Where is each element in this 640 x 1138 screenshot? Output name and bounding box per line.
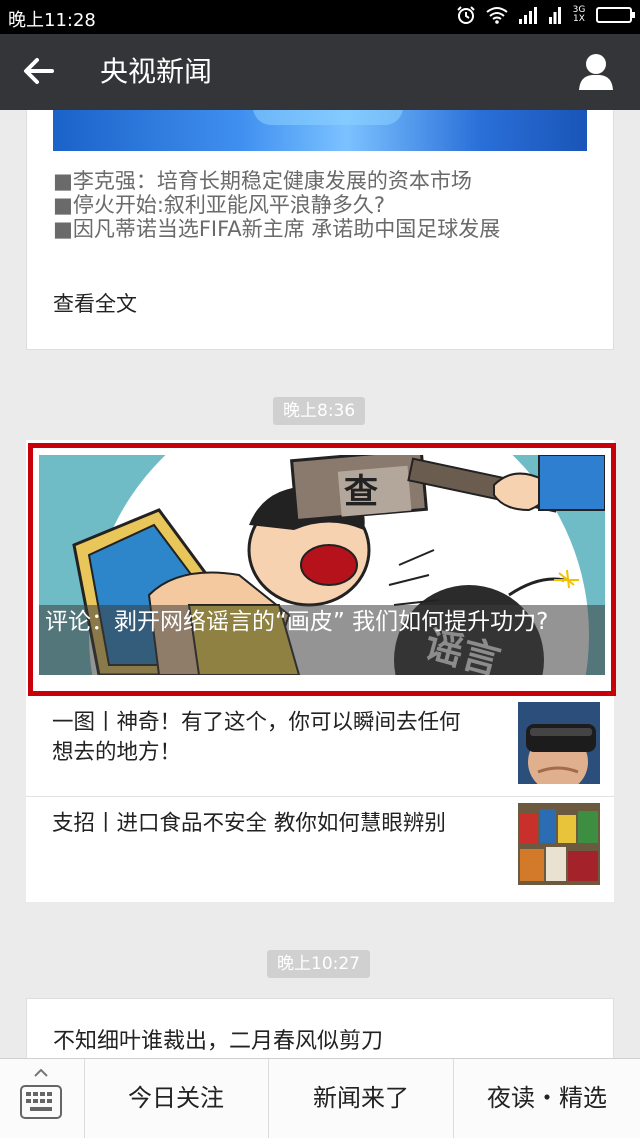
status-time: 晚上11:28 bbox=[8, 10, 96, 31]
related-link[interactable]: ■李克强：培育长期稳定健康发展的资本市场 bbox=[53, 169, 593, 193]
keyboard-toggle-button[interactable] bbox=[0, 1059, 85, 1138]
hero-article-image: 查 谣言 评论：剥开网络谣言的“画皮” 我们如何提升功力? bbox=[39, 455, 605, 675]
related-links: ■李克强：培育长期稳定健康发展的资本市场 ■停火开始:叙利亚能风平浪静多久? ■… bbox=[53, 169, 593, 241]
article-banner-image bbox=[53, 110, 587, 151]
signal-icon bbox=[519, 7, 537, 24]
menu-news-arrived[interactable]: 新闻来了 bbox=[269, 1059, 454, 1138]
back-arrow-icon[interactable] bbox=[22, 54, 56, 88]
article-card[interactable]: ■李克强：培育长期稳定健康发展的资本市场 ■停火开始:叙利亚能风平浪静多久? ■… bbox=[26, 110, 614, 350]
chevron-up-icon bbox=[34, 1069, 48, 1077]
menu-night-reading[interactable]: 夜读・精选 bbox=[454, 1059, 640, 1138]
timestamp-badge: 晚上8:36 bbox=[273, 397, 366, 425]
page-title: 央视新闻 bbox=[100, 55, 213, 88]
article-title: 一图丨神奇！有了这个，你可以瞬间去任何想去的地方！ bbox=[52, 710, 461, 765]
alarm-icon bbox=[457, 6, 475, 24]
network-type-label: 3G 1X bbox=[572, 5, 586, 24]
wifi-icon bbox=[486, 7, 508, 24]
article-title: 支招丨进口食品不安全 教你如何慧眼辨别 bbox=[52, 811, 446, 836]
article-list-item[interactable]: 一图丨神奇！有了这个，你可以瞬间去任何想去的地方！ bbox=[26, 696, 614, 802]
hammer-stamp-text: 查 bbox=[344, 472, 378, 512]
highlighted-hero-article[interactable]: 查 谣言 评论：剥开网络谣言的“画皮” 我们如何提升功力? bbox=[28, 443, 616, 696]
nav-bar: 央视新闻 bbox=[0, 34, 640, 110]
status-bar: 晚上11:28 3G 1X bbox=[0, 0, 640, 34]
imported-food-thumbnail bbox=[518, 803, 600, 885]
related-link[interactable]: ■停火开始:叙利亚能风平浪静多久? bbox=[53, 193, 593, 217]
keyboard-icon bbox=[20, 1085, 62, 1119]
battery-icon bbox=[596, 7, 635, 23]
vr-headset-thumbnail bbox=[518, 702, 600, 784]
menu-today-focus[interactable]: 今日关注 bbox=[84, 1059, 269, 1138]
article-card[interactable]: 不知细叶谁裁出，二月春风似剪刀 bbox=[26, 998, 614, 1058]
multi-article-card: 查 谣言 评论：剥开网络谣言的“画皮” 我们如何提升功力? 一图丨神奇！有了这个… bbox=[26, 440, 616, 902]
article-title: 不知细叶谁裁出，二月春风似剪刀 bbox=[53, 1029, 384, 1054]
related-link[interactable]: ■因凡蒂诺当选FIFA新主席 承诺助中国足球发展 bbox=[53, 217, 593, 241]
bottom-menu-bar: 今日关注 新闻来了 夜读・精选 bbox=[0, 1058, 640, 1138]
timestamp-badge: 晚上10:27 bbox=[267, 950, 370, 978]
status-icons: 3G 1X bbox=[456, 5, 635, 25]
person-icon[interactable] bbox=[578, 52, 614, 92]
signal-icon-2 bbox=[549, 7, 561, 24]
message-feed[interactable]: ■李克强：培育长期稳定健康发展的资本市场 ■停火开始:叙利亚能风平浪静多久? ■… bbox=[0, 110, 640, 1058]
view-full-article-link[interactable]: 查看全文 bbox=[53, 288, 137, 318]
hero-article-title: 评论：剥开网络谣言的“画皮” 我们如何提升功力? bbox=[39, 605, 605, 675]
article-list-item[interactable]: 支招丨进口食品不安全 教你如何慧眼辨别 bbox=[26, 796, 614, 902]
